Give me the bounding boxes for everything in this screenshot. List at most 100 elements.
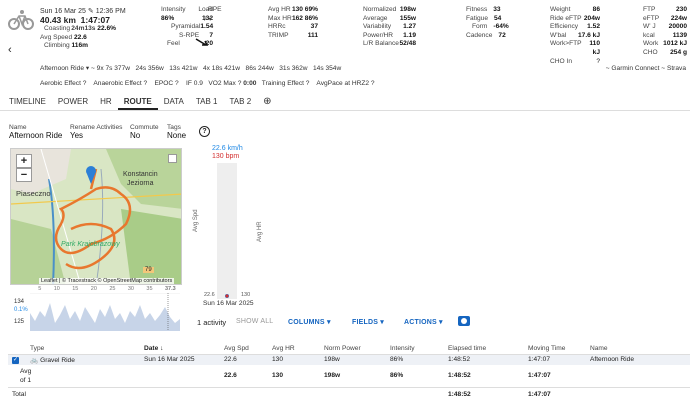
zoom-in-button[interactable]: + <box>16 154 32 168</box>
ftp-label: FTP <box>643 6 656 13</box>
rpe-question-icon[interactable]: ? ▾ <box>203 15 212 23</box>
avg-row-moving: 1:47:07 <box>528 372 551 380</box>
interval-3[interactable]: 13s 421w <box>169 65 197 72</box>
row-name[interactable]: Afternoon Ride <box>586 354 690 365</box>
tab-hr[interactable]: HR <box>94 96 118 110</box>
kcal-label: kcal <box>643 31 655 39</box>
avg-pace-hrz2[interactable]: AvgPace at HRZ2 <box>316 80 369 87</box>
table-row[interactable]: ✓ 🚲 Gravel Ride Sun 16 Mar 2025 22.6 130… <box>8 354 690 365</box>
columns-label: COLUMNS <box>288 319 325 326</box>
town-jeziorna: Jeziorna <box>127 180 154 187</box>
climbing-value: 116m <box>71 42 89 49</box>
tab-tab2[interactable]: TAB 2 <box>224 96 258 110</box>
activity-count: 1 activity <box>197 318 227 327</box>
camera-icon[interactable] <box>458 316 470 326</box>
tab-tab1[interactable]: TAB 1 <box>190 96 224 110</box>
gravel-bike-icon: 🚲 <box>30 356 39 364</box>
zoom-out-button[interactable]: − <box>16 168 32 182</box>
eftp-value: 224w <box>670 14 687 22</box>
pyramidal-label: Pyramidal <box>171 23 201 31</box>
fitness-value: 33 <box>493 6 501 13</box>
elevation-profile[interactable]: 134 0.1% 125 5 10 15 20 25 30 35 37.3 <box>10 286 182 332</box>
col-moving[interactable]: Moving Time <box>524 344 586 355</box>
ftp-value: 230 <box>675 6 687 13</box>
hrrc-value: 37 <box>310 23 318 31</box>
col-type[interactable]: Type <box>26 344 140 355</box>
avg-speed-value: 22.6 <box>74 34 87 41</box>
total-row-moving: 1:47:07 <box>528 390 551 398</box>
vo2max-time: 0:00 <box>243 80 257 87</box>
col-avg-hr[interactable]: Avg HR <box>268 344 320 355</box>
wj-value: 20000 <box>668 23 687 31</box>
lr-balance-value: 52/48 <box>399 40 416 48</box>
ride-stats: Weight 86 Ride eFTP 204w Efficiency 1.52 W'… <box>550 6 600 67</box>
hrrc-label: HRRc <box>268 23 286 31</box>
map-attribution[interactable]: Leaflet | © Tracestrack © OpenStreetMap … <box>39 278 175 284</box>
interval-5[interactable]: 86s 244w <box>246 65 274 72</box>
col-elapsed[interactable]: Elapsed time <box>444 344 524 355</box>
variability-value: 1.27 <box>403 23 416 31</box>
fullscreen-icon[interactable] <box>168 154 177 163</box>
columns-button[interactable]: COLUMNS ▾ <box>288 318 331 326</box>
name-label: Name <box>9 124 27 131</box>
rpe-label[interactable]: RPE <box>208 6 222 13</box>
tab-power[interactable]: POWER <box>52 96 94 110</box>
wbal-value: 17.6 kJ <box>578 31 600 39</box>
fatigue-value: 54 <box>494 14 502 22</box>
col-name[interactable]: Name <box>586 344 690 355</box>
col-date[interactable]: Date ↓ <box>140 344 220 355</box>
work-ftp-label: Work>FTP <box>550 40 582 48</box>
name-value[interactable]: Afternoon Ride <box>9 131 62 140</box>
row-type: Gravel Ride <box>40 356 75 364</box>
tab-data[interactable]: DATA <box>158 96 190 110</box>
col-norm-power[interactable]: Norm Power <box>320 344 386 355</box>
cho-in-label[interactable]: CHO In <box>550 58 572 67</box>
add-tab-icon[interactable]: ⊕ <box>257 96 277 110</box>
intervals-ride-name[interactable]: Afternoon Ride <box>40 65 84 72</box>
col-date-label: Date <box>144 345 159 353</box>
interval-1[interactable]: 9x 7s 377w <box>97 65 130 72</box>
anaerobic-effect[interactable]: Anaerobic Effect <box>93 80 141 87</box>
avg-row-elapsed: 1:48:52 <box>448 372 471 380</box>
cho-value: 254 g <box>670 48 687 56</box>
commute-value[interactable]: No <box>130 131 140 140</box>
tab-timeline[interactable]: TIMELINE <box>0 96 52 110</box>
town-piaseczno: Piaseczno <box>16 189 51 198</box>
tab-route[interactable]: ROUTE <box>117 96 158 110</box>
fields-button[interactable]: FIELDS ▾ <box>352 318 384 326</box>
climbing-label: Climbing <box>44 42 70 49</box>
row-elapsed: 1:48:52 <box>448 356 470 364</box>
actions-button[interactable]: ACTIONS ▾ <box>404 318 443 326</box>
feel-label[interactable]: Feel <box>167 40 180 49</box>
show-all-button[interactable]: SHOW ALL <box>236 318 273 325</box>
back-chevron-icon[interactable]: ‹ <box>8 44 12 56</box>
wj-label: W' J <box>643 23 656 31</box>
col-avg-spd[interactable]: Avg Spd <box>220 344 268 355</box>
tags-value[interactable]: None <box>167 131 186 140</box>
rename-value[interactable]: Yes <box>70 131 83 140</box>
point-avg-hr[interactable] <box>225 294 229 298</box>
training-effect[interactable]: Training Effect <box>262 80 304 87</box>
col-intensity[interactable]: Intensity <box>386 344 444 355</box>
interval-7[interactable]: 14s 354w <box>313 65 341 72</box>
row-intensity: 86% <box>390 356 404 364</box>
epoc[interactable]: EPOC <box>155 80 174 87</box>
route-map[interactable]: + − Piaseczno Konstancin Jeziorna Park K… <box>10 148 182 285</box>
interval-2[interactable]: 24s 356w <box>136 65 164 72</box>
interval-6[interactable]: 31s 362w <box>279 65 307 72</box>
elev-y-top: 134 <box>14 299 25 305</box>
row-moving: 1:47:07 <box>528 356 550 364</box>
rename-label: Rename Activities <box>70 124 123 131</box>
effects-line: Aerobic Effect ? Anaerobic Effect ? EPOC… <box>40 80 375 87</box>
fields-label: FIELDS <box>352 319 379 326</box>
power-stats: Normalized 198w Average 155w Variability 1.… <box>363 6 416 49</box>
aerobic-effect[interactable]: Aerobic Effect <box>40 80 81 87</box>
fitness-label: Fitness <box>466 6 488 13</box>
vo2max[interactable]: VO2 Max <box>208 80 235 87</box>
help-icon[interactable]: ? <box>199 126 210 137</box>
srpe-value: 7 <box>209 31 213 39</box>
source-links[interactable]: ~ Garmin Connect ~ Strava <box>606 65 686 72</box>
table-avg-row: Avg of 1 22.6 130 198w 86% 1:48:52 1:47:0… <box>8 365 690 387</box>
interval-4[interactable]: 4x 18s 421w <box>203 65 240 72</box>
row-checkbox[interactable]: ✓ <box>12 356 19 364</box>
